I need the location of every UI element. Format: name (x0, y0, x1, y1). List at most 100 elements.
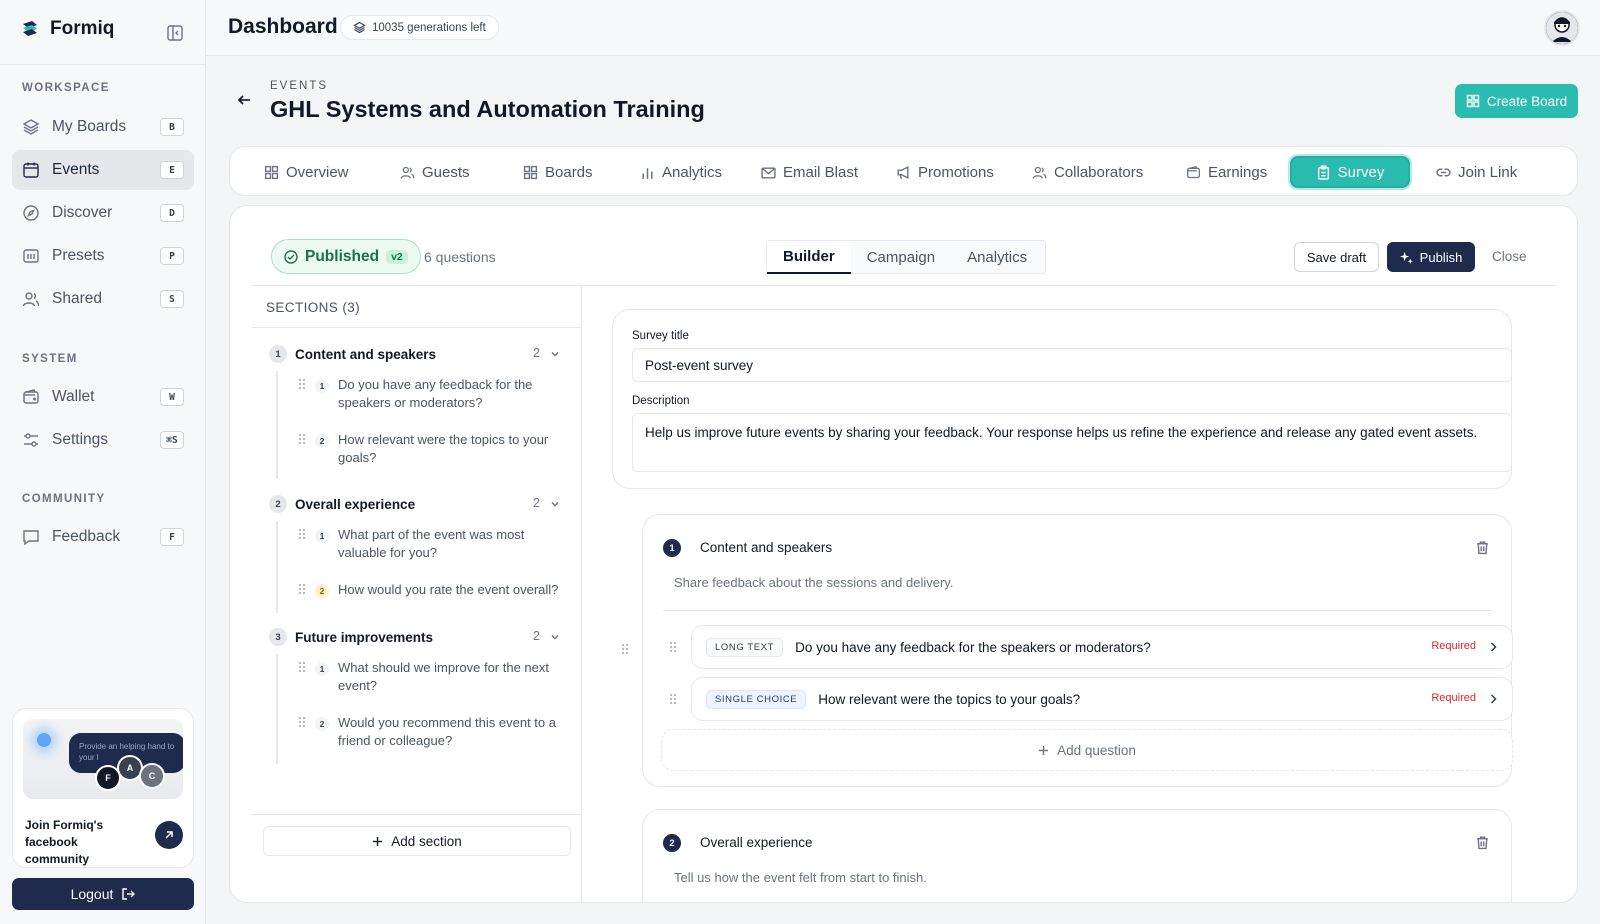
section-number: 3 (269, 628, 287, 646)
section-title[interactable]: Overall experience (700, 835, 813, 850)
add-section-button[interactable]: Add section (263, 826, 571, 856)
section-question-count: 2 (533, 629, 540, 643)
tab-email-blast[interactable]: Email Blast (751, 156, 868, 188)
tab-analytics[interactable]: Analytics (630, 156, 732, 188)
section-questions: 1 Do you have any feedback for the speak… (276, 371, 566, 479)
presets-icon (22, 247, 40, 265)
drag-handle-icon[interactable] (298, 661, 306, 673)
section-item-future-improvements[interactable]: 3 Future improvements 2 (269, 626, 564, 648)
question-card[interactable]: LONG TEXT Do you have any feedback for t… (691, 625, 1513, 669)
trash-icon[interactable] (1475, 835, 1490, 850)
user-avatar[interactable] (1544, 10, 1580, 46)
status-label: Published (305, 247, 380, 265)
create-board-button[interactable]: Create Board (1455, 84, 1578, 118)
arrow-up-right-icon (163, 829, 175, 841)
survey-title-input[interactable]: Post-event survey (632, 348, 1512, 382)
tab-mode-analytics[interactable]: Analytics (951, 241, 1043, 274)
layers-icon (22, 118, 40, 136)
drag-handle-icon[interactable] (298, 378, 306, 390)
list-item[interactable]: 2 How relevant were the topics to your g… (298, 431, 560, 467)
list-item[interactable]: 2 Would you recommend this event to a fr… (298, 714, 560, 750)
sidebar-item-wallet[interactable]: Wallet W (12, 377, 194, 417)
tab-survey[interactable]: Survey (1290, 156, 1410, 188)
required-label: Required (1431, 640, 1476, 652)
tab-label: Survey (1337, 163, 1385, 181)
section-questions: 1 What part of the event was most valuab… (276, 521, 566, 613)
clipboard-icon (1316, 164, 1331, 180)
section-number: 1 (663, 539, 681, 557)
sidebar-item-label: Presets (52, 247, 105, 264)
section-title: Content and speakers (295, 346, 437, 362)
save-draft-button[interactable]: Save draft (1294, 242, 1379, 272)
section-item-content-and-speakers[interactable]: 1 Content and speakers 2 (269, 343, 564, 365)
tab-campaign[interactable]: Campaign (851, 241, 951, 274)
event-tabbar: Overview Guests Boards Analytics Email B… (229, 146, 1578, 196)
tab-earnings[interactable]: Earnings (1176, 156, 1277, 188)
drag-handle-icon[interactable] (298, 528, 306, 540)
sidebar-item-presets[interactable]: Presets P (12, 236, 194, 276)
tab-label: Analytics (662, 163, 723, 181)
description-textarea[interactable]: Help us improve future events by sharing… (632, 413, 1512, 472)
sidebar-item-settings[interactable]: Settings ⌘S (12, 420, 194, 460)
list-item[interactable]: 1 What should we improve for the next ev… (298, 659, 560, 695)
sidebar-item-feedback[interactable]: Feedback F (12, 517, 194, 557)
sidebar-collapse-icon[interactable] (166, 24, 184, 42)
question-text: How relevant were the topics to your goa… (338, 432, 549, 465)
builder-section-card: 2 Overall experience Tell us how the eve… (642, 809, 1512, 902)
sidebar-item-events[interactable]: Events E (12, 150, 194, 190)
generations-badge: 10035 generations left (340, 15, 499, 40)
tab-label: Collaborators (1054, 163, 1144, 181)
chevron-right-icon (1488, 641, 1498, 653)
add-section-label: Add section (391, 833, 462, 849)
description-value: Help us improve future events by sharing… (645, 425, 1478, 440)
drag-handle-icon[interactable] (298, 583, 306, 595)
list-item[interactable]: 1 What part of the event was most valuab… (298, 526, 560, 562)
message-icon (22, 528, 40, 546)
list-item[interactable]: 1 Do you have any feedback for the speak… (298, 376, 560, 412)
section-description: Share feedback about the sessions and de… (674, 575, 954, 590)
close-button[interactable]: Close (1492, 249, 1527, 264)
drag-handle-icon[interactable] (621, 643, 629, 655)
trash-icon[interactable] (1475, 540, 1490, 555)
sidebar-item-shared[interactable]: Shared S (12, 279, 194, 319)
list-item[interactable]: 2 How would you rate the event overall? (298, 581, 560, 599)
grid-icon (523, 165, 538, 180)
question-number: 2 (315, 584, 329, 598)
brand[interactable]: Formiq (20, 18, 114, 40)
description-label: Description (632, 395, 690, 407)
add-question-button[interactable]: Add question (661, 729, 1513, 771)
section-title: Overall experience (295, 496, 416, 512)
tab-promotions[interactable]: Promotions (886, 156, 1004, 188)
community-link-button[interactable] (155, 821, 183, 849)
section-title[interactable]: Content and speakers (700, 540, 832, 555)
shortcut-badge: P (160, 247, 184, 265)
tab-boards[interactable]: Boards (513, 156, 603, 188)
shortcut-badge: ⌘S (160, 431, 184, 449)
tab-guests[interactable]: Guests (390, 156, 480, 188)
tab-overview[interactable]: Overview (254, 156, 359, 188)
question-card[interactable]: SINGLE CHOICE How relevant were the topi… (691, 677, 1513, 721)
tab-builder[interactable]: Builder (767, 241, 851, 274)
question-number: 1 (315, 379, 329, 393)
logout-button[interactable]: Logout (12, 878, 194, 910)
question-number: 1 (315, 529, 329, 543)
sidebar-item-label: Events (52, 161, 100, 178)
drag-handle-icon[interactable] (669, 693, 677, 705)
page-title: Dashboard (228, 15, 338, 38)
drag-handle-icon[interactable] (298, 433, 306, 445)
publish-button[interactable]: Publish (1387, 242, 1475, 272)
sidebar-item-discover[interactable]: Discover D (12, 193, 194, 233)
question-text: Would you recommend this event to a frie… (338, 715, 556, 748)
section-item-overall-experience[interactable]: 2 Overall experience 2 (269, 493, 564, 515)
tab-join-link[interactable]: Join Link (1426, 156, 1527, 188)
shortcut-badge: S (160, 290, 184, 308)
sidebar-item-my-boards[interactable]: My Boards B (12, 107, 194, 147)
back-arrow-icon[interactable] (236, 92, 252, 108)
section-label-community: COMMUNITY (22, 493, 106, 505)
drag-handle-icon[interactable] (298, 716, 306, 728)
question-number: 2 (315, 717, 329, 731)
logout-icon (121, 887, 136, 901)
section-title: Future improvements (295, 629, 434, 645)
tab-collaborators[interactable]: Collaborators (1022, 156, 1153, 188)
drag-handle-icon[interactable] (669, 641, 677, 653)
